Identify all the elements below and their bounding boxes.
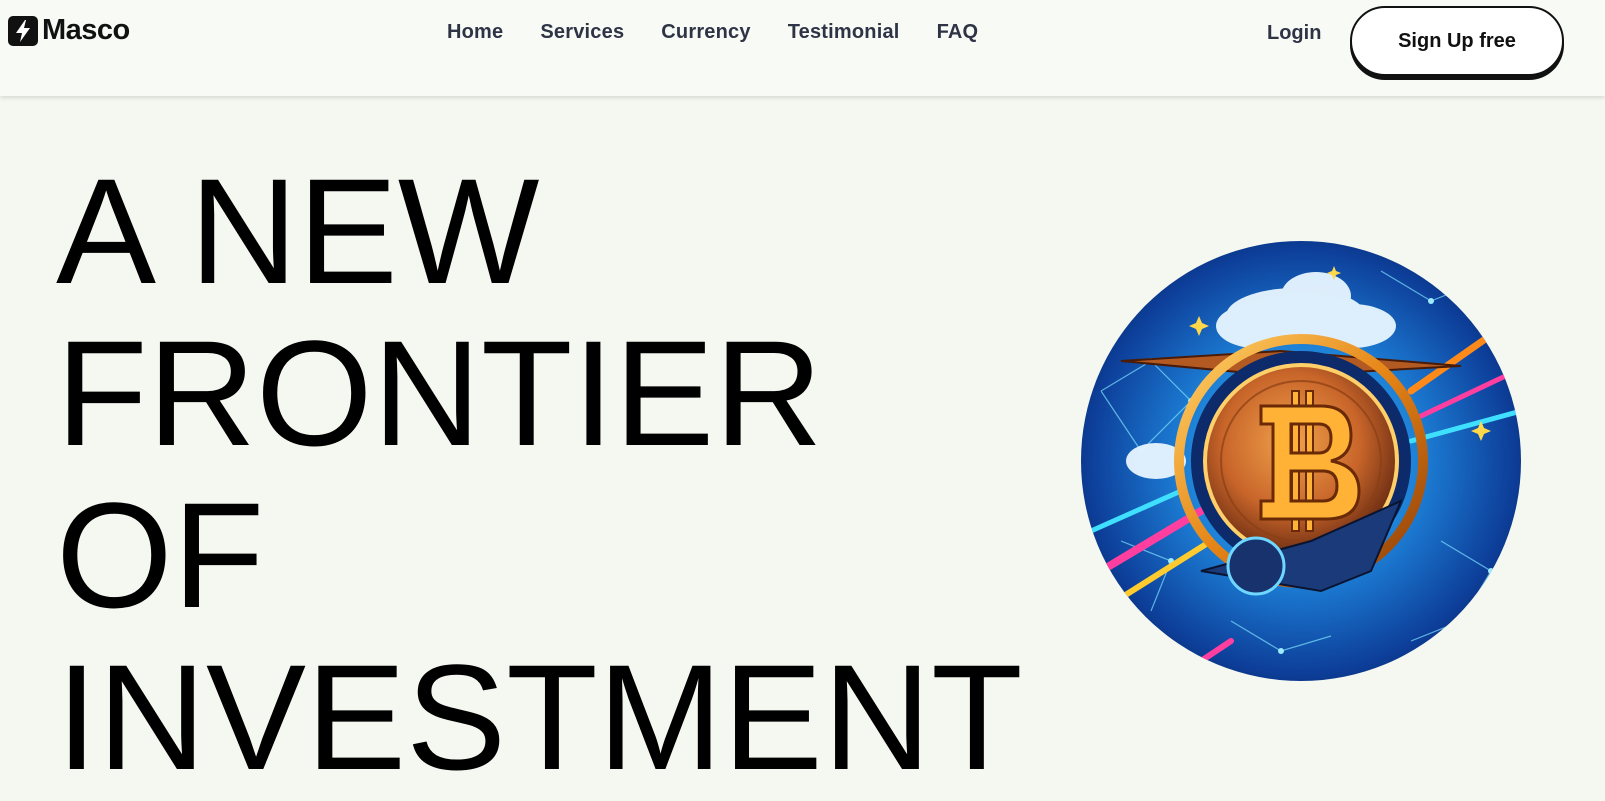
hero-title: A NEW FRONTIER OF INVESTMENT (56, 150, 1023, 798)
hero-title-line: INVESTMENT (56, 633, 1023, 801)
brand-name: Masco (42, 14, 130, 46)
nav-link-faq[interactable]: FAQ (937, 21, 979, 43)
lightning-bolt-icon (8, 15, 38, 46)
nav-link-services[interactable]: Services (540, 21, 624, 43)
bitcoin-illustration (1081, 241, 1521, 681)
nav-link-currency[interactable]: Currency (661, 21, 750, 43)
signup-button[interactable]: Sign Up free (1350, 6, 1564, 76)
nav-link-home[interactable]: Home (447, 21, 503, 43)
nav-link-testimonial[interactable]: Testimonial (788, 21, 900, 43)
brand-logo[interactable]: Masco (8, 14, 130, 47)
login-link[interactable]: Login (1267, 22, 1321, 45)
navbar: Masco Home Services Currency Testimonial… (0, 0, 1605, 96)
main-nav: Home Services Currency Testimonial FAQ (447, 21, 978, 44)
hero-title-line: FRONTIER (56, 309, 823, 477)
hero-title-line: A NEW (56, 147, 540, 315)
hero-title-line: OF (56, 471, 265, 639)
